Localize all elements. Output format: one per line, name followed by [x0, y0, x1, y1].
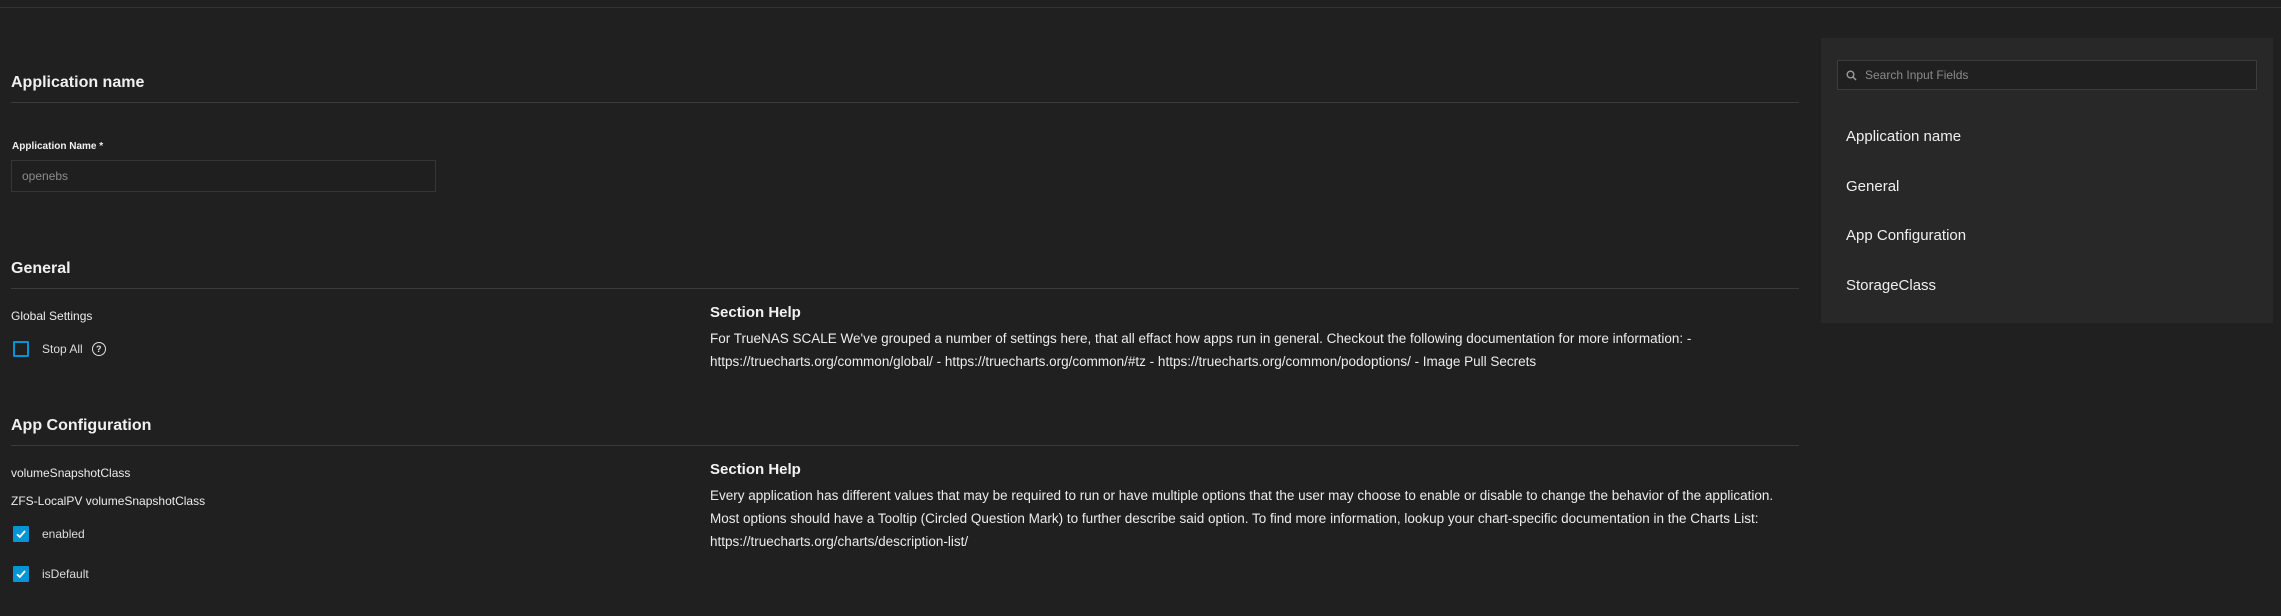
- section-divider: [11, 445, 1799, 446]
- application-name-label: Application Name *: [12, 141, 104, 152]
- general-section-help: Section Help For TrueNAS SCALE We've gro…: [710, 304, 1790, 373]
- enabled-checkbox[interactable]: [13, 526, 29, 542]
- search-input[interactable]: [1857, 61, 2256, 89]
- section-help-text: For TrueNAS SCALE We've grouped a number…: [710, 331, 1692, 369]
- nav-item-app-configuration[interactable]: App Configuration: [1846, 227, 1966, 244]
- section-help-title: Section Help: [710, 461, 801, 478]
- app-configuration-section-help: Section Help Every application has diffe…: [710, 461, 1790, 553]
- search-icon: [1846, 70, 1857, 81]
- form-main: Application name Application Name * Gene…: [11, 0, 1799, 616]
- search-box: [1837, 60, 2257, 90]
- question-circle-icon[interactable]: ?: [91, 342, 106, 356]
- stop-all-row: Stop All ?: [13, 341, 106, 357]
- volume-snapshot-class-label: volumeSnapshotClass: [11, 466, 131, 480]
- enabled-row: enabled: [13, 526, 85, 542]
- is-default-checkbox[interactable]: [13, 566, 29, 582]
- check-icon: [16, 570, 26, 579]
- stop-all-label: Stop All: [42, 342, 83, 356]
- section-title-application-name: Application name: [11, 74, 145, 91]
- check-icon: [16, 530, 26, 539]
- section-title-app-configuration: App Configuration: [11, 417, 152, 434]
- section-help-text: Every application has different values t…: [710, 488, 1774, 549]
- zfs-localpv-label: ZFS-LocalPV volumeSnapshotClass: [11, 494, 206, 508]
- section-divider: [11, 288, 1799, 289]
- section-navigation-panel: Application name General App Configurati…: [1821, 38, 2273, 323]
- section-help-title: Section Help: [710, 304, 801, 321]
- stop-all-checkbox[interactable]: [13, 341, 29, 357]
- is-default-label: isDefault: [42, 567, 89, 581]
- nav-item-storageclass[interactable]: StorageClass: [1846, 277, 1936, 294]
- application-name-input[interactable]: [11, 160, 436, 192]
- enabled-label: enabled: [42, 527, 85, 541]
- section-divider: [11, 102, 1799, 103]
- nav-item-general[interactable]: General: [1846, 178, 1899, 195]
- is-default-row: isDefault: [13, 566, 89, 582]
- global-settings-label: Global Settings: [11, 309, 93, 323]
- nav-item-application-name[interactable]: Application name: [1846, 128, 1961, 145]
- section-title-general: General: [11, 260, 71, 277]
